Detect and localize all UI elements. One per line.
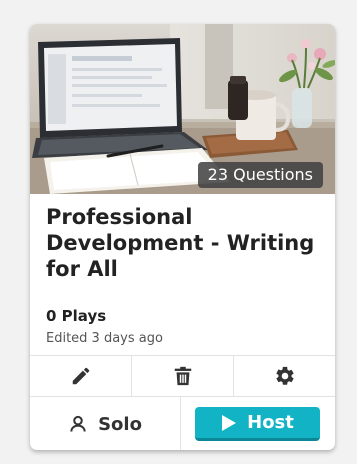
- quiz-card[interactable]: 23 Questions Professional Development - …: [30, 24, 335, 450]
- question-count-badge: 23 Questions: [197, 162, 323, 188]
- person-icon: [70, 415, 86, 432]
- solo-label: Solo: [98, 413, 142, 435]
- play-icon: [222, 414, 237, 431]
- edited-timestamp: Edited 3 days ago: [46, 331, 163, 346]
- gear-icon: [275, 366, 294, 385]
- solo-button[interactable]: Solo: [30, 397, 181, 450]
- quiz-title[interactable]: Professional Development - Writing for A…: [46, 204, 321, 282]
- pencil-icon: [72, 367, 89, 385]
- edit-button[interactable]: [30, 356, 132, 396]
- card-play-actions: Solo Host: [30, 396, 335, 450]
- quiz-thumbnail: 23 Questions: [30, 24, 335, 194]
- delete-button[interactable]: [132, 356, 234, 396]
- settings-button[interactable]: [234, 356, 335, 396]
- plays-count: 0 Plays: [46, 307, 107, 325]
- page: 23 Questions Professional Development - …: [0, 0, 357, 464]
- host-button[interactable]: Host: [195, 407, 320, 441]
- card-action-icons: [30, 355, 335, 396]
- host-label: Host: [247, 412, 294, 433]
- trash-icon: [174, 366, 191, 386]
